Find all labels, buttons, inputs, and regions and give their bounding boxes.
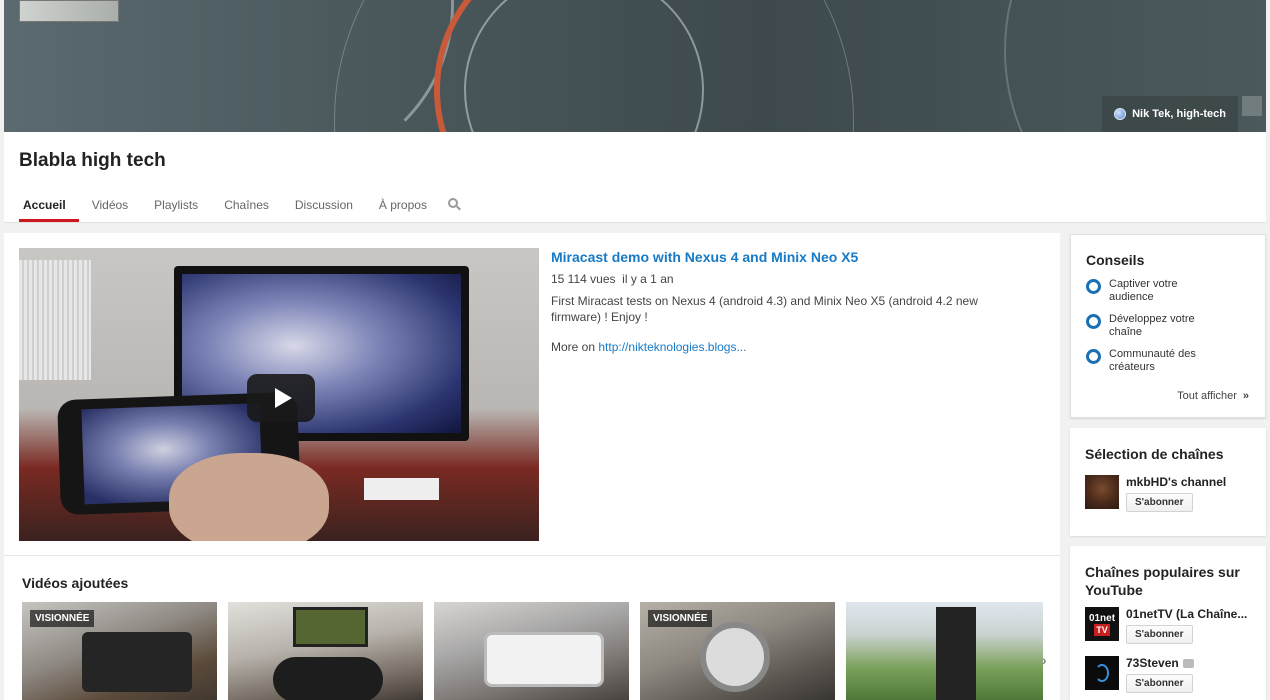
globe-icon	[1114, 108, 1127, 120]
avatar[interactable]: 01net TV	[1085, 607, 1119, 641]
featured-video-title[interactable]: Miracast demo with Nexus 4 and Minix Neo…	[551, 249, 1031, 265]
chevron-double-right-icon: »	[1242, 390, 1249, 402]
popular-channels-title: Chaînes populaires sur YouTube	[1085, 564, 1240, 598]
banner-link[interactable]: Nik Tek, high-tech	[1102, 96, 1238, 132]
channel-search-button[interactable]	[440, 192, 470, 222]
channel-name[interactable]: mkbHD's channel	[1126, 475, 1256, 490]
tip-item[interactable]: Communauté des créateurs	[1071, 348, 1265, 374]
section-divider	[4, 555, 1060, 556]
featured-channels-title: Sélection de chaînes	[1085, 446, 1224, 462]
added-videos-title: Vidéos ajoutées	[22, 575, 129, 591]
see-all-link[interactable]: Tout afficher »	[1177, 390, 1249, 402]
search-icon	[447, 198, 458, 208]
see-all-label: Tout afficher	[1177, 390, 1237, 402]
subscribe-button[interactable]: S'abonner	[1126, 625, 1193, 644]
subscribe-button[interactable]: S'abonner	[1126, 493, 1193, 512]
avatar-logo-sub: TV	[1094, 623, 1110, 636]
channel-name[interactable]: 73Steven	[1126, 656, 1256, 671]
featured-video-description: First Miracast tests on Nexus 4 (android…	[551, 294, 978, 324]
more-link[interactable]: http://nikteknologies.blogs...	[598, 340, 746, 354]
video-frame	[364, 478, 439, 500]
tab-chaines[interactable]: Chaînes	[211, 192, 282, 222]
tip-label: Développez votre chaîne	[1109, 313, 1195, 338]
channel-name[interactable]: 01netTV (La Chaîne...	[1126, 607, 1256, 622]
video-thumbnail[interactable]: VISIONNÉE	[640, 602, 835, 700]
tips-card: Conseils Captiver votre audience Dévelop…	[1070, 234, 1266, 418]
channel-title: Blabla high tech	[19, 150, 166, 171]
tip-label: Communauté des créateurs	[1109, 348, 1196, 373]
watched-badge: VISIONNÉE	[648, 610, 713, 627]
tab-playlists[interactable]: Playlists	[141, 192, 211, 222]
video-thumbnail[interactable]	[228, 602, 423, 700]
channel-banner: Nik Tek, high-tech	[4, 0, 1266, 132]
added-videos-shelf: VISIONNÉE VISIONNÉE	[22, 602, 1043, 700]
video-thumbnail[interactable]: VISIONNÉE	[22, 602, 217, 700]
avatar-logo-text: 01net	[1088, 612, 1116, 624]
channel-item: 01net TV 01netTV (La Chaîne... S'abonner	[1070, 607, 1266, 644]
watched-badge: VISIONNÉE	[30, 610, 95, 627]
chevron-right-icon[interactable]: ›	[1042, 652, 1047, 668]
circle-icon	[1086, 349, 1101, 364]
tab-a-propos[interactable]: À propos	[366, 192, 440, 222]
banner-decoration	[124, 0, 454, 132]
banner-link-label: Nik Tek, high-tech	[1132, 108, 1226, 120]
popular-channels-card: Chaînes populaires sur YouTube 01net TV …	[1070, 546, 1266, 700]
video-thumbnail[interactable]	[434, 602, 629, 700]
channel-header: Blabla high tech Accueil Vidéos Playlist…	[4, 132, 1266, 223]
tab-videos[interactable]: Vidéos	[79, 192, 141, 222]
verified-icon	[1182, 659, 1194, 669]
tips-title: Conseils	[1086, 252, 1145, 268]
video-frame	[169, 453, 329, 541]
channel-name-text: 73Steven	[1126, 656, 1179, 670]
play-icon[interactable]	[247, 374, 315, 422]
banner-edit-button[interactable]	[1242, 96, 1262, 116]
upload-age: il y a 1 an	[622, 272, 674, 286]
tab-discussion[interactable]: Discussion	[282, 192, 366, 222]
main-content: Miracast demo with Nexus 4 and Minix Neo…	[4, 233, 1060, 700]
banner-decoration	[464, 0, 704, 132]
channel-item: mkbHD's channel S'abonner	[1070, 475, 1266, 512]
banner-thumbnail[interactable]	[19, 0, 119, 22]
circle-icon	[1086, 279, 1101, 294]
video-frame	[19, 260, 91, 380]
more-prefix: More on	[551, 340, 596, 354]
circle-icon	[1086, 314, 1101, 329]
featured-video-more: More on http://nikteknologies.blogs...	[551, 340, 1031, 354]
tip-label: Captiver votre audience	[1109, 278, 1178, 303]
video-thumbnail[interactable]	[846, 602, 1043, 700]
featured-channels-card: Sélection de chaînes mkbHD's channel S'a…	[1070, 428, 1266, 536]
tip-item[interactable]: Captiver votre audience	[1071, 278, 1265, 304]
subscribe-button[interactable]: S'abonner	[1126, 674, 1193, 693]
view-count: 15 114 vues	[551, 272, 616, 286]
channel-item: 73Steven S'abonner	[1070, 656, 1266, 693]
channel-tabs: Accueil Vidéos Playlists Chaînes Discuss…	[19, 192, 470, 222]
tip-item[interactable]: Développez votre chaîne	[1071, 313, 1265, 339]
featured-video-player[interactable]	[19, 248, 539, 541]
featured-video-info: Miracast demo with Nexus 4 and Minix Neo…	[551, 249, 1031, 354]
avatar[interactable]	[1085, 475, 1119, 509]
avatar[interactable]	[1085, 656, 1119, 690]
featured-video-meta: 15 114 vues il y a 1 an	[551, 272, 1031, 286]
tab-accueil[interactable]: Accueil	[19, 192, 79, 222]
